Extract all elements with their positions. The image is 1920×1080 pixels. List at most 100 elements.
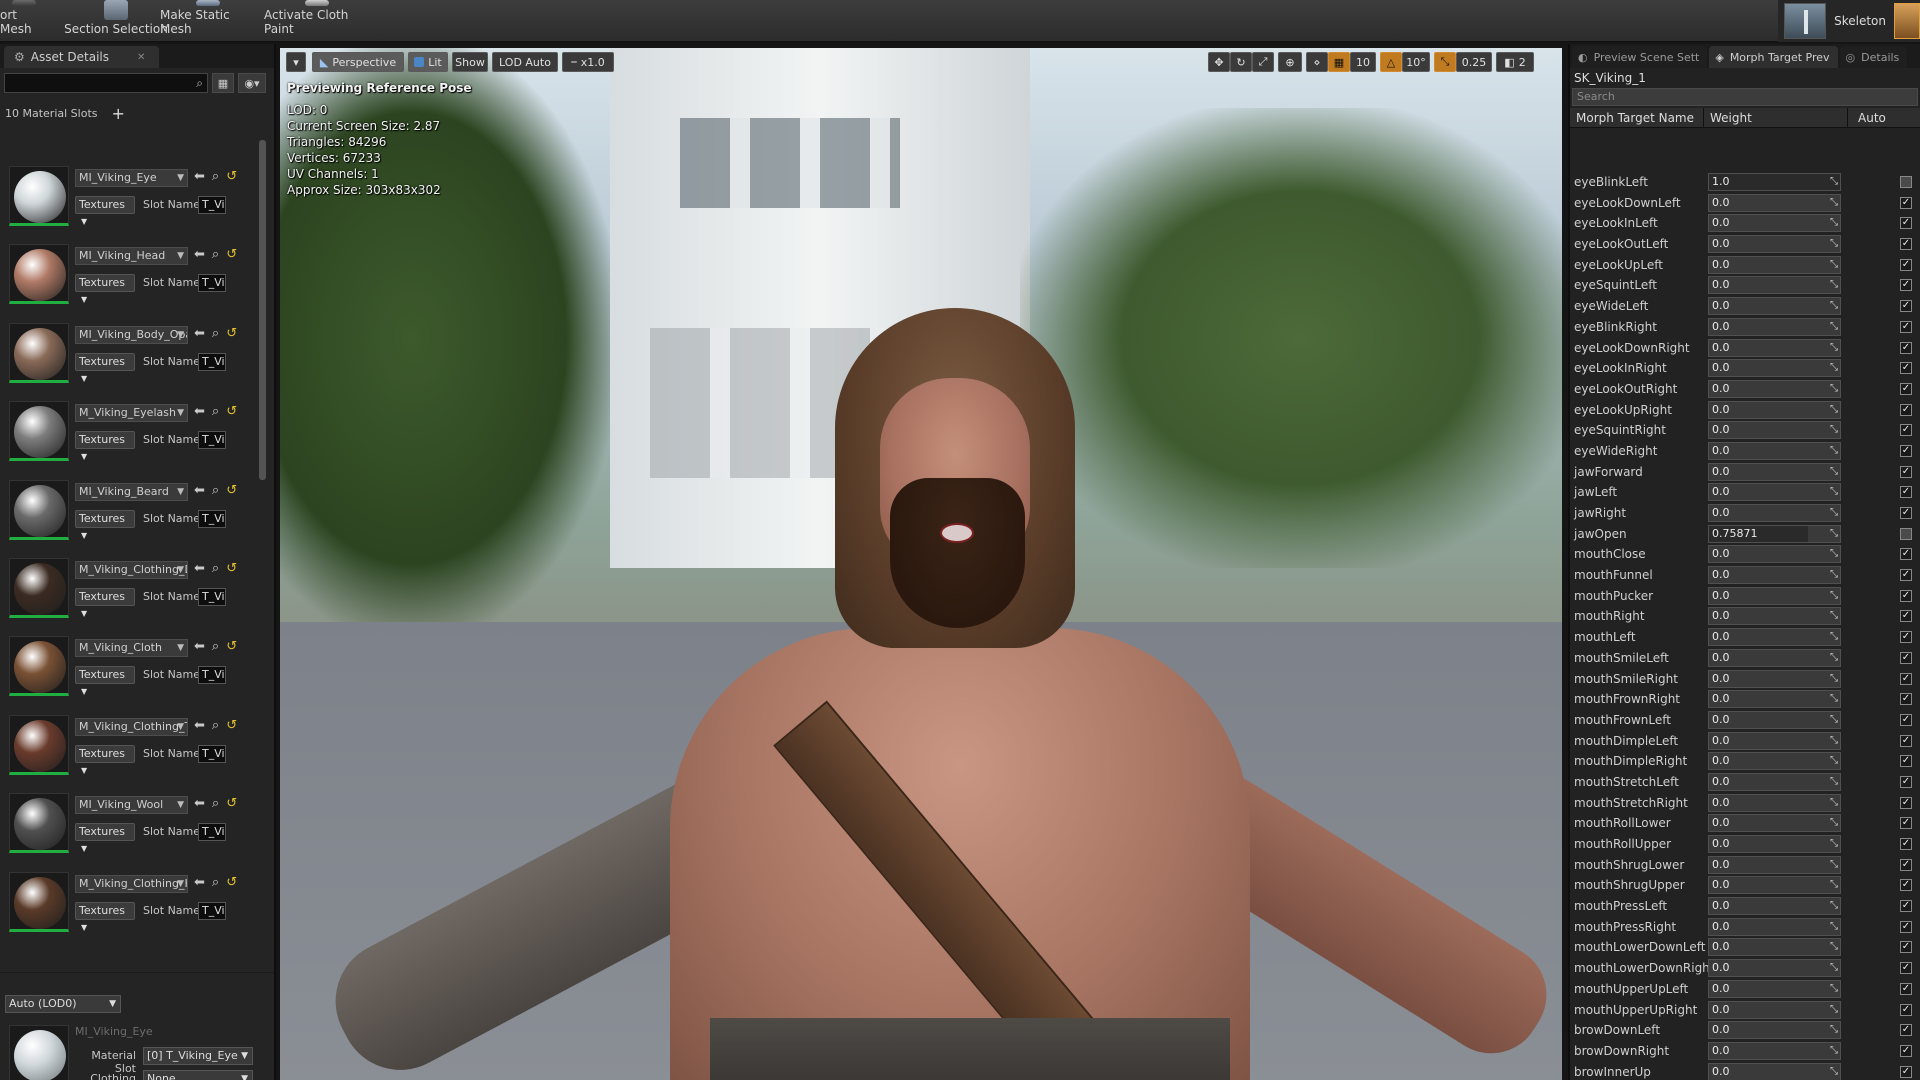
- material-thumbnail[interactable]: [9, 557, 69, 618]
- material-thumbnail[interactable]: [9, 793, 69, 854]
- material-thumbnail[interactable]: [9, 479, 69, 540]
- morph-auto-checkbox[interactable]: ✓: [1900, 176, 1912, 188]
- surface-snap-button[interactable]: ⋄: [1306, 52, 1328, 72]
- lod-material-thumbnail[interactable]: [9, 1025, 69, 1080]
- morph-weight-slider[interactable]: 0.0 ⤡: [1708, 772, 1841, 791]
- col-weight[interactable]: Weight: [1703, 108, 1847, 127]
- reset-to-default-icon[interactable]: ↺: [226, 326, 237, 341]
- material-combo[interactable]: MI_Viking_Wool ▼: [75, 796, 188, 815]
- grid-snap-value[interactable]: 10: [1350, 52, 1376, 72]
- material-combo[interactable]: M_Viking_Clothing_D ▼: [75, 560, 188, 579]
- use-selected-asset-icon[interactable]: ⬅: [194, 718, 205, 733]
- morph-weight-slider[interactable]: 0.0 ⤡: [1708, 628, 1841, 647]
- morph-auto-checkbox[interactable]: ✓: [1900, 424, 1912, 437]
- morph-search-input[interactable]: Search: [1572, 88, 1918, 106]
- morph-weight-slider[interactable]: 0.0 ⤡: [1708, 814, 1841, 833]
- col-auto[interactable]: Auto: [1847, 108, 1920, 127]
- slot-name-input[interactable]: T_Vi: [198, 901, 226, 920]
- morph-weight-slider[interactable]: 0.0 ⤡: [1708, 338, 1841, 357]
- browse-asset-icon[interactable]: ⌕: [212, 404, 219, 419]
- morph-auto-checkbox[interactable]: ✓: [1900, 258, 1912, 271]
- morph-auto-checkbox[interactable]: ✓: [1900, 1024, 1912, 1037]
- reset-to-default-icon[interactable]: ↺: [226, 247, 237, 262]
- rotate-mode-button[interactable]: ↻: [1230, 52, 1252, 72]
- morph-auto-checkbox[interactable]: ✓: [1900, 693, 1912, 706]
- morph-auto-checkbox[interactable]: ✓: [1900, 1065, 1912, 1078]
- morph-auto-checkbox[interactable]: ✓: [1900, 1044, 1912, 1057]
- morph-weight-slider[interactable]: 0.0 ⤡: [1708, 648, 1841, 667]
- textures-dropdown[interactable]: Textures ▼: [75, 587, 135, 618]
- morph-weight-slider[interactable]: 0.0 ⤡: [1708, 441, 1841, 460]
- morph-auto-checkbox[interactable]: ✓: [1900, 486, 1912, 499]
- rotation-snap-value[interactable]: 10°: [1402, 52, 1430, 72]
- morph-auto-checkbox[interactable]: ✓: [1900, 527, 1912, 540]
- textures-dropdown[interactable]: Textures ▼: [75, 274, 135, 304]
- morph-auto-checkbox[interactable]: ✓: [1900, 817, 1912, 830]
- material-thumbnail[interactable]: [9, 636, 69, 697]
- morph-weight-slider[interactable]: 0.0 ⤡: [1708, 979, 1841, 998]
- morph-auto-checkbox[interactable]: ✓: [1900, 982, 1912, 995]
- reset-to-default-icon[interactable]: ↺: [226, 718, 237, 733]
- morph-weight-slider[interactable]: 0.0 ⤡: [1708, 855, 1841, 874]
- reset-to-default-icon[interactable]: ↺: [226, 483, 237, 498]
- morph-weight-slider[interactable]: 0.75871 ⤡: [1708, 524, 1841, 543]
- morph-weight-slider[interactable]: 0.0 ⤡: [1708, 421, 1841, 440]
- morph-weight-slider[interactable]: 0.0 ⤡: [1708, 235, 1841, 254]
- morph-auto-checkbox[interactable]: ✓: [1900, 920, 1912, 933]
- material-combo[interactable]: M_Viking_Clothing_H ▼: [75, 874, 188, 893]
- material-combo[interactable]: MI_Viking_Beard ▼: [75, 482, 188, 501]
- morph-weight-slider[interactable]: 0.0 ⤡: [1708, 835, 1841, 853]
- morph-weight-slider[interactable]: 0.0 ⤡: [1708, 876, 1841, 895]
- camera-speed-button[interactable]: ◧ 2: [1496, 52, 1534, 72]
- use-selected-asset-icon[interactable]: ⬅: [194, 169, 205, 184]
- morph-weight-slider[interactable]: 0.0 ⤡: [1708, 214, 1841, 233]
- morph-auto-checkbox[interactable]: ✓: [1900, 300, 1912, 313]
- morph-auto-checkbox[interactable]: ✓: [1900, 775, 1912, 788]
- tab-preview-scene-settings[interactable]: ◐ Preview Scene Sett: [1572, 46, 1708, 68]
- material-combo[interactable]: MI_Viking_Eye ▼: [75, 169, 188, 187]
- morph-weight-slider[interactable]: 0.0 ⤡: [1708, 586, 1841, 605]
- viewport-options-button[interactable]: ▾: [286, 52, 306, 72]
- textures-dropdown[interactable]: Textures ▼: [75, 666, 135, 696]
- slot-name-input[interactable]: T_Vi: [198, 352, 226, 371]
- section-selection-button[interactable]: Section Selection: [58, 0, 174, 42]
- world-local-button[interactable]: ⊕: [1278, 52, 1302, 72]
- translate-mode-button[interactable]: ✥: [1208, 52, 1230, 72]
- browse-asset-icon[interactable]: ⌕: [212, 326, 219, 341]
- material-combo[interactable]: M_Viking_Cloth ▼: [75, 639, 188, 658]
- use-selected-asset-icon[interactable]: ⬅: [194, 875, 205, 890]
- rotation-snap-toggle[interactable]: △: [1380, 52, 1402, 72]
- morph-auto-checkbox[interactable]: ✓: [1900, 320, 1912, 333]
- textures-dropdown[interactable]: Textures ▼: [75, 431, 135, 461]
- morph-weight-slider[interactable]: 0.0 ⤡: [1708, 1021, 1841, 1040]
- morph-weight-slider[interactable]: 0.0 ⤡: [1708, 545, 1841, 564]
- material-combo[interactable]: MI_Viking_Head ▼: [75, 247, 188, 266]
- morph-weight-slider[interactable]: 0.0 ⤡: [1708, 690, 1841, 709]
- morph-auto-checkbox[interactable]: ✓: [1900, 217, 1912, 230]
- use-selected-asset-icon[interactable]: ⬅: [194, 796, 205, 811]
- morph-auto-checkbox[interactable]: ✓: [1900, 879, 1912, 892]
- use-selected-asset-icon[interactable]: ⬅: [194, 326, 205, 341]
- tab-morph-target-preview[interactable]: ◈ Morph Target Prev: [1709, 46, 1838, 68]
- morph-weight-slider[interactable]: 0.0 ⤡: [1708, 710, 1841, 729]
- reset-to-default-icon[interactable]: ↺: [226, 404, 237, 419]
- morph-auto-checkbox[interactable]: ✓: [1900, 444, 1912, 457]
- reset-to-default-icon[interactable]: ↺: [226, 639, 237, 654]
- lod-selector[interactable]: Auto (LOD0) ▼: [5, 995, 121, 1013]
- morph-auto-checkbox[interactable]: ✓: [1900, 900, 1912, 913]
- slot-name-input[interactable]: T_Vi: [198, 823, 226, 842]
- morph-weight-slider[interactable]: 0.0 ⤡: [1708, 193, 1841, 212]
- morph-weight-slider[interactable]: 0.0 ⤡: [1708, 752, 1841, 771]
- activate-cloth-paint-button[interactable]: Activate Cloth Paint: [264, 0, 370, 42]
- morph-weight-slider[interactable]: 0.0 ⤡: [1708, 959, 1841, 978]
- grid-snap-toggle[interactable]: ▦: [1328, 52, 1350, 72]
- morph-weight-slider[interactable]: 0.0 ⤡: [1708, 731, 1841, 750]
- morph-auto-checkbox[interactable]: ✓: [1900, 734, 1912, 747]
- material-thumbnail[interactable]: [9, 322, 69, 383]
- material-combo[interactable]: MI_Viking_Body_Opa ▼: [75, 325, 188, 344]
- morph-auto-checkbox[interactable]: ✓: [1900, 610, 1912, 623]
- clothing-combo[interactable]: None ▼: [143, 1070, 253, 1080]
- morph-weight-slider[interactable]: 1.0 ⤡: [1708, 173, 1841, 191]
- slot-name-input[interactable]: T_Vi: [198, 587, 226, 606]
- view-options-button[interactable]: ◉▾: [238, 73, 266, 93]
